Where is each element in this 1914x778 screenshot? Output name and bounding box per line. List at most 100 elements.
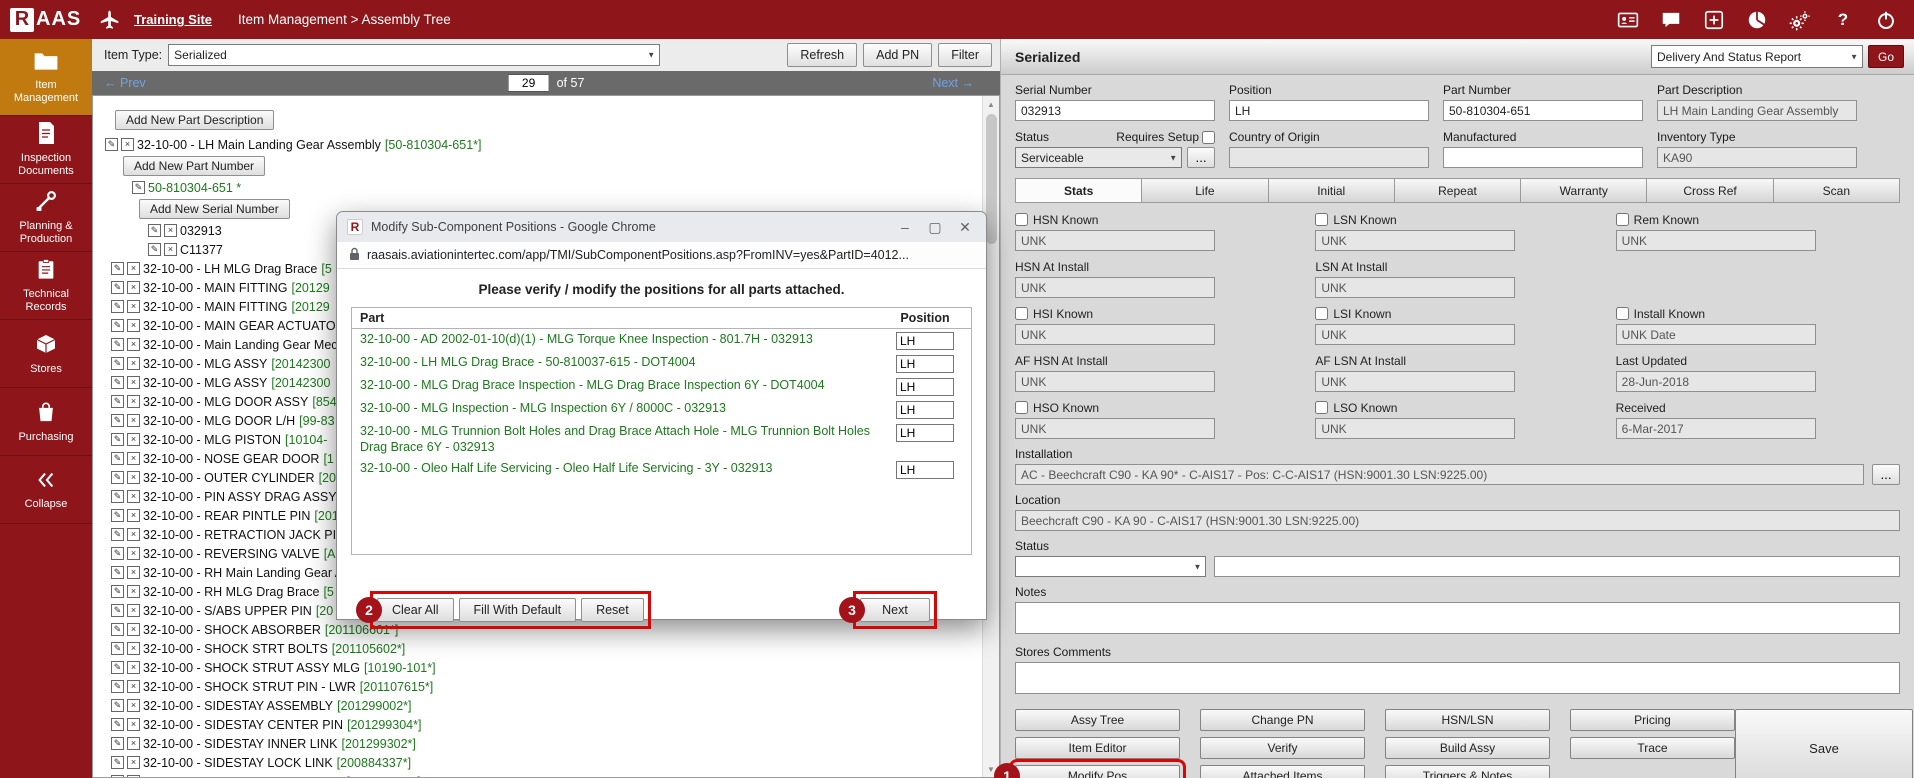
edit-icon[interactable]: ✎ xyxy=(111,281,124,294)
fill-with-default-button[interactable]: Fill With Default xyxy=(459,598,577,622)
tab-stats[interactable]: Stats xyxy=(1015,178,1142,203)
tab-cross-ref[interactable]: Cross Ref xyxy=(1647,178,1773,203)
maximize-icon[interactable]: ▢ xyxy=(920,214,950,240)
delete-icon[interactable]: × xyxy=(127,718,140,731)
delete-icon[interactable]: × xyxy=(127,509,140,522)
delete-icon[interactable]: × xyxy=(121,138,134,151)
add-serial-number-button[interactable]: Add New Serial Number xyxy=(139,199,290,219)
tree-component-item[interactable]: ✎ × 32-10-00 - SIDESTAY INNER LINK [2012… xyxy=(93,734,999,753)
chat-icon[interactable] xyxy=(1659,8,1683,32)
delete-icon[interactable]: × xyxy=(127,661,140,674)
tree-component-item[interactable]: ✎ × 32-10-00 - SHOCK STRUT PIN - LWR [20… xyxy=(93,677,999,696)
add-part-description-button[interactable]: Add New Part Description xyxy=(115,110,274,130)
edit-icon[interactable]: ✎ xyxy=(111,376,124,389)
edit-icon[interactable]: ✎ xyxy=(111,623,124,636)
hsn-lsn-button[interactable]: HSN/LSN xyxy=(1385,709,1550,731)
edit-icon[interactable]: ✎ xyxy=(111,319,124,332)
sidebar-item-purchasing[interactable]: Purchasing xyxy=(0,388,92,456)
sidebar-item-stores[interactable]: Stores xyxy=(0,320,92,388)
pie-chart-icon[interactable] xyxy=(1745,8,1769,32)
delete-icon[interactable]: × xyxy=(127,756,140,769)
tree-root-item[interactable]: ✎ × 32-10-00 - LH Main Landing Gear Asse… xyxy=(93,135,999,154)
edit-icon[interactable]: ✎ xyxy=(111,566,124,579)
add-square-icon[interactable] xyxy=(1702,8,1726,32)
delete-icon[interactable]: × xyxy=(127,452,140,465)
edit-icon[interactable]: ✎ xyxy=(111,338,124,351)
change-pn-button[interactable]: Change PN xyxy=(1200,709,1365,731)
edit-icon[interactable]: ✎ xyxy=(105,138,118,151)
install-known-checkbox[interactable] xyxy=(1616,307,1629,320)
bottom-status-select[interactable] xyxy=(1015,556,1206,577)
installation-ellipsis-button[interactable]: ... xyxy=(1872,464,1900,485)
delete-icon[interactable]: × xyxy=(164,243,177,256)
sidebar-item-inspection-documents[interactable]: Inspection Documents xyxy=(0,116,92,184)
part-number-input[interactable] xyxy=(1443,100,1643,121)
edit-icon[interactable]: ✎ xyxy=(111,262,124,275)
delete-icon[interactable]: × xyxy=(127,566,140,579)
delete-icon[interactable]: × xyxy=(127,471,140,484)
edit-icon[interactable]: ✎ xyxy=(132,181,145,194)
position-value-input[interactable] xyxy=(896,401,954,419)
reset-button[interactable]: Reset xyxy=(581,598,644,622)
assy-tree-button[interactable]: Assy Tree xyxy=(1015,709,1180,731)
position-value-input[interactable] xyxy=(896,378,954,396)
clear-all-button[interactable]: Clear All xyxy=(377,598,454,622)
settings-gears-icon[interactable] xyxy=(1788,8,1812,32)
refresh-button[interactable]: Refresh xyxy=(787,43,857,67)
tree-component-item[interactable]: ✎ × 32-10-00 - SHOCK STRT BOLTS [2011056… xyxy=(93,639,999,658)
modify-pos-button[interactable]: Modify Pos xyxy=(1015,765,1180,778)
minimize-icon[interactable]: – xyxy=(890,214,920,240)
tab-repeat[interactable]: Repeat xyxy=(1395,178,1521,203)
delete-icon[interactable]: × xyxy=(127,262,140,275)
tab-warranty[interactable]: Warranty xyxy=(1521,178,1647,203)
delete-icon[interactable]: × xyxy=(127,680,140,693)
lsi-known-checkbox[interactable] xyxy=(1315,307,1328,320)
rem-known-checkbox[interactable] xyxy=(1616,213,1629,226)
lso-known-checkbox[interactable] xyxy=(1315,401,1328,414)
hsn-known-checkbox[interactable] xyxy=(1015,213,1028,226)
edit-icon[interactable]: ✎ xyxy=(111,699,124,712)
delete-icon[interactable]: × xyxy=(127,338,140,351)
build-assy-button[interactable]: Build Assy xyxy=(1385,737,1550,759)
scroll-up-icon[interactable]: ▲ xyxy=(987,96,995,112)
edit-icon[interactable]: ✎ xyxy=(148,243,161,256)
position-value-input[interactable] xyxy=(896,424,954,442)
bottom-status-input[interactable] xyxy=(1214,556,1900,577)
item-type-select[interactable]: Serialized xyxy=(168,44,660,66)
prev-link[interactable]: ← Prev xyxy=(104,76,146,90)
delete-icon[interactable]: × xyxy=(127,585,140,598)
next-link[interactable]: Next → xyxy=(932,76,974,90)
position-value-input[interactable] xyxy=(896,355,954,373)
delete-icon[interactable]: × xyxy=(127,357,140,370)
delete-icon[interactable]: × xyxy=(127,300,140,313)
position-value-input[interactable] xyxy=(896,461,954,479)
sidebar-item-planning-production[interactable]: Planning & Production xyxy=(0,184,92,252)
edit-icon[interactable]: ✎ xyxy=(111,585,124,598)
edit-icon[interactable]: ✎ xyxy=(111,718,124,731)
tree-component-item[interactable]: ✎ × 32-10-00 - SIDESTAY OUTER LINK [2012… xyxy=(93,772,999,778)
delete-icon[interactable]: × xyxy=(127,699,140,712)
edit-icon[interactable]: ✎ xyxy=(111,604,124,617)
verify-button[interactable]: Verify xyxy=(1200,737,1365,759)
edit-icon[interactable]: ✎ xyxy=(111,414,124,427)
status-select[interactable]: Serviceable xyxy=(1015,147,1182,168)
breadcrumb[interactable]: Item Management > Assembly Tree xyxy=(238,12,451,27)
edit-icon[interactable]: ✎ xyxy=(111,452,124,465)
delete-icon[interactable]: × xyxy=(127,623,140,636)
add-part-number-button[interactable]: Add New Part Number xyxy=(123,156,265,176)
edit-icon[interactable]: ✎ xyxy=(111,680,124,693)
filter-button[interactable]: Filter xyxy=(938,43,992,67)
attached-items-button[interactable]: Attached Items xyxy=(1200,765,1365,778)
edit-icon[interactable]: ✎ xyxy=(111,547,124,560)
position-value-input[interactable] xyxy=(896,332,954,350)
item-editor-button[interactable]: Item Editor xyxy=(1015,737,1180,759)
close-icon[interactable]: ✕ xyxy=(950,214,980,240)
delete-icon[interactable]: × xyxy=(127,547,140,560)
nav-training-site[interactable]: Training Site xyxy=(134,12,212,27)
status-ellipsis-button[interactable]: ... xyxy=(1187,147,1215,168)
delete-icon[interactable]: × xyxy=(127,737,140,750)
page-input[interactable] xyxy=(508,74,550,92)
scrollbar-thumb[interactable] xyxy=(986,114,997,244)
tree-component-item[interactable]: ✎ × 32-10-00 - SIDESTAY LOCK LINK [20088… xyxy=(93,753,999,772)
serial-number-input[interactable] xyxy=(1015,100,1215,121)
